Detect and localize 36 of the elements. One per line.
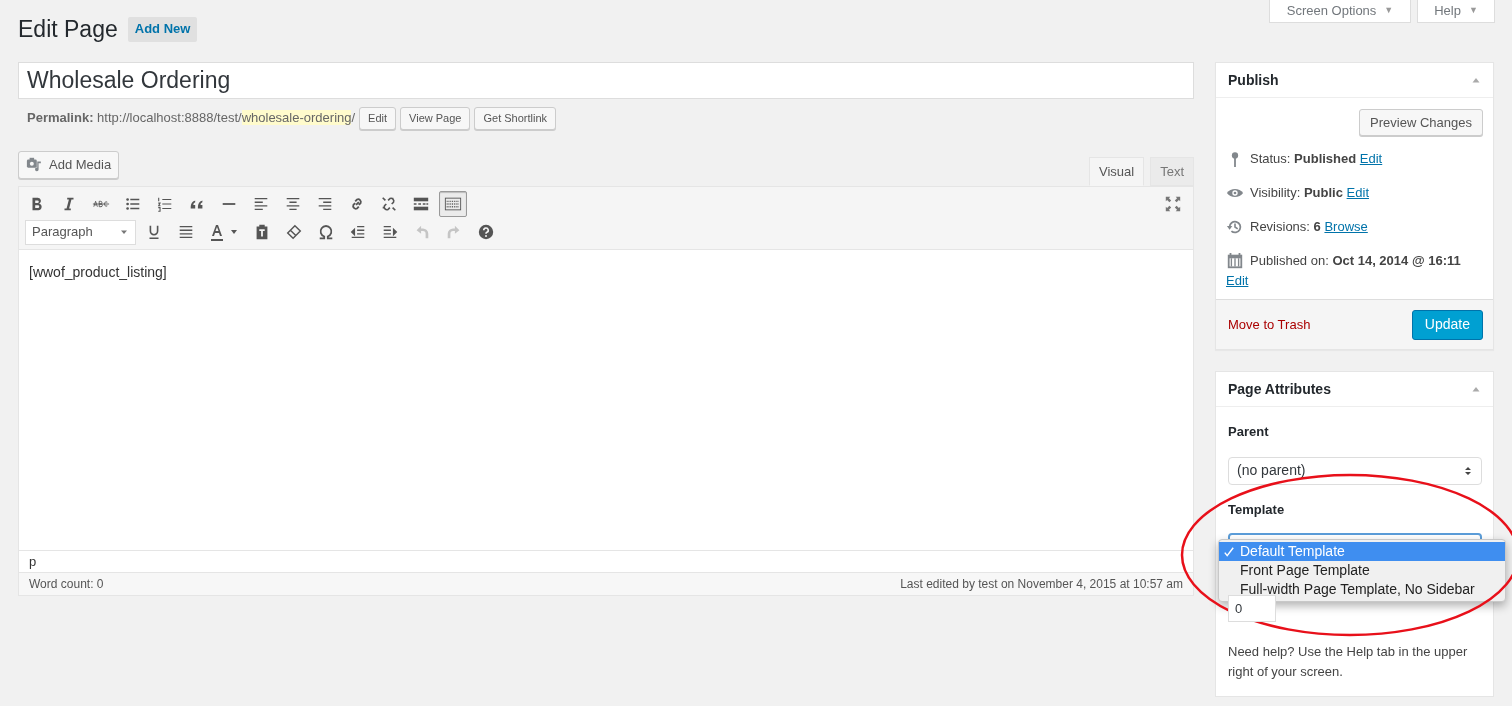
element-path: p: [29, 552, 37, 571]
panel-title: Page Attributes: [1228, 379, 1331, 399]
help-text: Need help? Use the Help tab in the upper right of your screen.: [1228, 643, 1469, 681]
publish-info-text: Status: Published Edit: [1250, 150, 1383, 168]
help-tab[interactable]: Help ▼: [1417, 0, 1495, 23]
permalink-button[interactable]: Edit: [359, 106, 397, 130]
field-label: Template: [1228, 500, 1286, 519]
order-field[interactable]: 0: [1228, 595, 1276, 622]
move-to-trash-link[interactable]: Move to Trash: [1228, 314, 1311, 335]
format-select[interactable]: Paragraph: [25, 219, 136, 245]
caret-icon: ▼: [1468, 4, 1478, 18]
preview-changes-button[interactable]: Preview Changes: [1359, 109, 1483, 136]
editor-tab[interactable]: Visual: [1088, 157, 1145, 186]
parent-select[interactable]: (no parent): [1228, 456, 1482, 485]
add-new-button[interactable]: Add New: [127, 16, 198, 42]
add-media-button[interactable]: Add Media: [18, 151, 120, 179]
field-label: Parent: [1228, 423, 1270, 441]
edit-link[interactable]: Edit: [1226, 271, 1483, 291]
permalink-text: Permalink: http://localhost:8888/test/wholesale-ordering/: [27, 109, 356, 128]
publish-info-text: Revisions: 6 Browse: [1250, 218, 1368, 236]
word-count: Word count: 0: [29, 576, 104, 593]
publish-info-link[interactable]: Edit: [1346, 185, 1369, 200]
screen-options-tab[interactable]: Screen Options ▼: [1269, 0, 1411, 23]
publish-info-text: Visibility: Public Edit: [1250, 184, 1369, 202]
dropdown-option[interactable]: Front Page Template: [1219, 561, 1505, 580]
publish-info-link[interactable]: Browse: [1324, 219, 1368, 234]
title-field[interactable]: Wholesale Ordering: [18, 62, 1194, 99]
publish-info-link[interactable]: Edit: [1359, 151, 1383, 166]
page-heading: Edit Page: [18, 14, 118, 44]
last-edited-text: Last edited by test on November 4, 2015 at 10:57 am: [900, 576, 1183, 593]
panel-title: Publish: [1228, 70, 1279, 90]
caret-icon: ▼: [1384, 4, 1394, 18]
editor-content[interactable]: [wwof_product_listing]: [29, 264, 167, 280]
permalink-button[interactable]: Get Shortlink: [474, 106, 557, 130]
editor-tab[interactable]: Text: [1150, 157, 1194, 186]
permalink-button[interactable]: View Page: [400, 106, 471, 130]
